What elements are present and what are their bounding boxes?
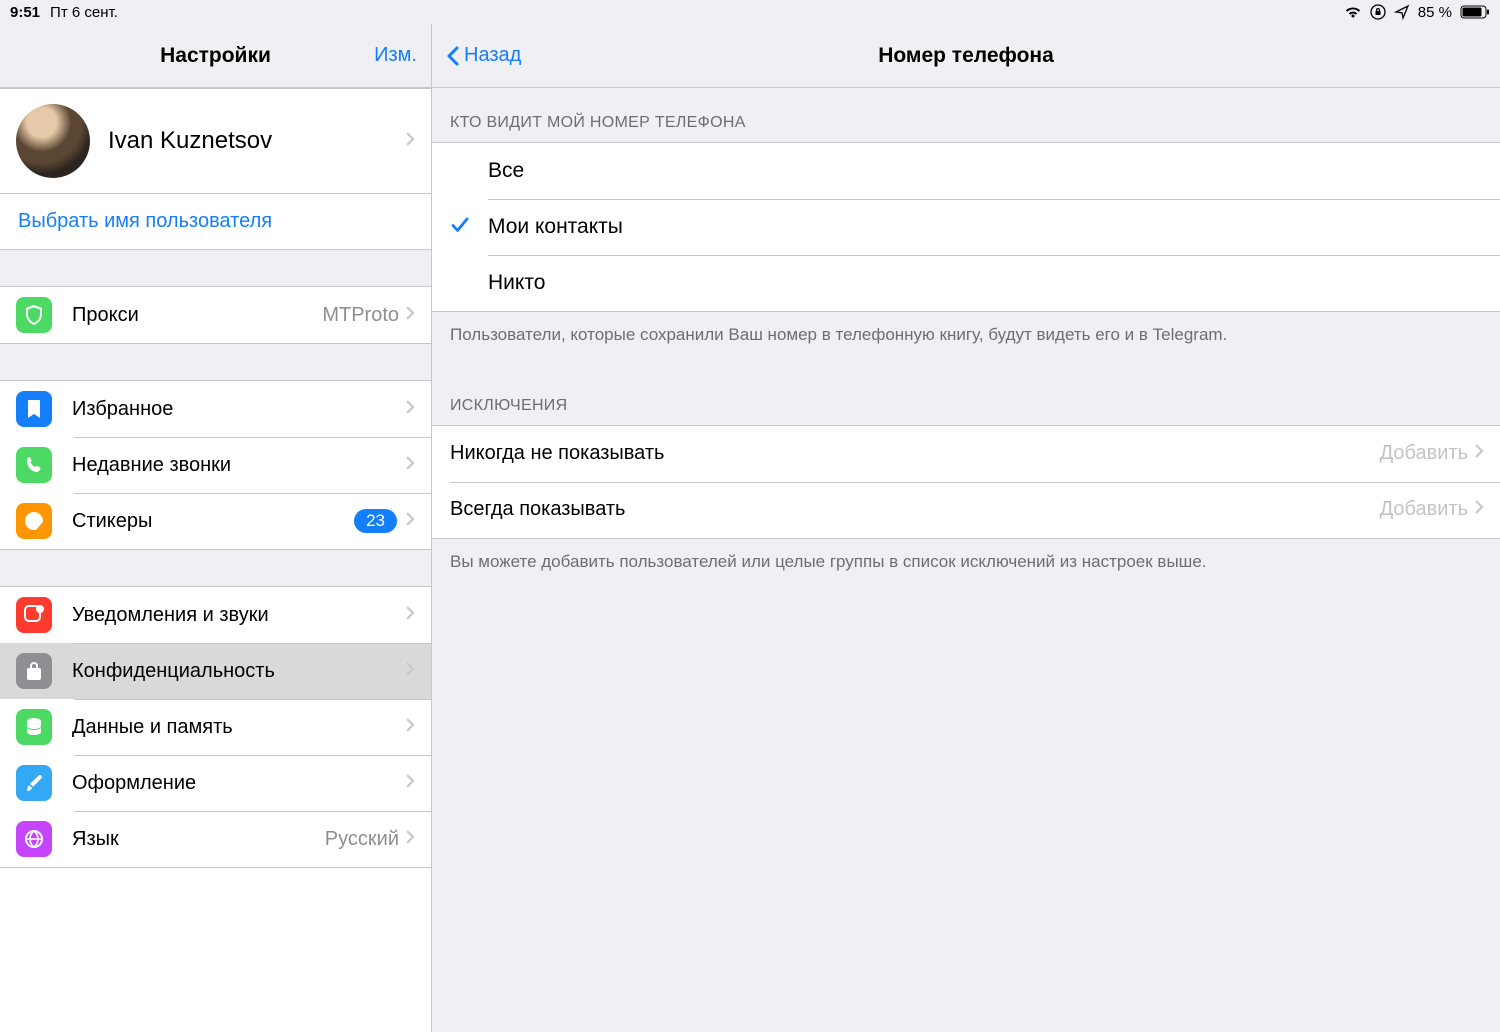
appearance-label: Оформление xyxy=(72,772,405,795)
language-value: Русский xyxy=(325,828,399,851)
chevron-right-icon xyxy=(405,661,415,682)
appearance-row[interactable]: Оформление xyxy=(0,755,431,811)
language-row[interactable]: Язык Русский xyxy=(0,811,431,867)
battery-icon xyxy=(1460,5,1490,19)
stickers-row[interactable]: Стикеры 23 xyxy=(0,493,431,549)
option-everybody[interactable]: Все xyxy=(432,143,1500,199)
profile-name: Ivan Kuznetsov xyxy=(108,127,272,155)
orientation-lock-icon xyxy=(1370,4,1386,20)
chevron-right-icon xyxy=(405,305,415,326)
detail-nav: Назад Номер телефона xyxy=(432,24,1500,88)
detail-pane: Назад Номер телефона КТО ВИДИТ МОЙ НОМЕР… xyxy=(432,24,1500,1032)
chevron-right-icon xyxy=(1474,443,1484,464)
settings-nav: Настройки Изм. xyxy=(0,24,431,88)
chevron-right-icon xyxy=(405,605,415,626)
chevron-right-icon xyxy=(1474,499,1484,520)
choose-username-button[interactable]: Выбрать имя пользователя xyxy=(0,193,431,249)
chevron-right-icon xyxy=(405,399,415,420)
chevron-right-icon xyxy=(405,131,415,152)
proxy-row[interactable]: Прокси MTProto xyxy=(0,287,431,343)
favorites-row[interactable]: Избранное xyxy=(0,381,431,437)
edit-button[interactable]: Изм. xyxy=(360,44,431,67)
option-my-contacts[interactable]: Мои контакты xyxy=(432,199,1500,255)
chevron-right-icon xyxy=(405,829,415,850)
notifications-row[interactable]: Уведомления и звуки xyxy=(0,587,431,643)
status-bar: 9:51 Пт 6 сент. 85 % xyxy=(0,0,1500,24)
chevron-right-icon xyxy=(405,511,415,532)
bookmark-icon xyxy=(16,391,52,427)
data-storage-row[interactable]: Данные и память xyxy=(0,699,431,755)
exceptions-header: ИСКЛЮЧЕНИЯ xyxy=(432,357,1500,425)
chevron-right-icon xyxy=(405,455,415,476)
stickers-badge: 23 xyxy=(354,509,397,533)
privacy-label: Конфиденциальность xyxy=(72,660,405,683)
chevron-right-icon xyxy=(405,717,415,738)
notifications-label: Уведомления и звуки xyxy=(72,604,405,627)
shield-icon xyxy=(16,297,52,333)
who-sees-header: КТО ВИДИТ МОЙ НОМЕР ТЕЛЕФОНА xyxy=(432,88,1500,142)
recent-calls-row[interactable]: Недавние звонки xyxy=(0,437,431,493)
language-label: Язык xyxy=(72,828,325,851)
brush-icon xyxy=(16,765,52,801)
proxy-value: MTProto xyxy=(322,304,399,327)
location-icon xyxy=(1394,4,1410,20)
stickers-label: Стикеры xyxy=(72,510,354,533)
database-icon xyxy=(16,709,52,745)
phone-icon xyxy=(16,447,52,483)
data-label: Данные и память xyxy=(72,716,405,739)
option-nobody[interactable]: Никто xyxy=(432,255,1500,311)
always-share-row[interactable]: Всегда показывать Добавить xyxy=(432,482,1500,538)
status-time: 9:51 xyxy=(10,4,40,21)
who-sees-footer: Пользователи, которые сохранили Ваш номе… xyxy=(432,312,1500,357)
status-date: Пт 6 сент. xyxy=(50,4,118,21)
settings-pane: Настройки Изм. Ivan Kuznetsov Выбрать им… xyxy=(0,24,432,1032)
battery-percent: 85 % xyxy=(1418,4,1452,21)
sticker-icon xyxy=(16,503,52,539)
back-button[interactable]: Назад xyxy=(432,44,535,67)
recent-calls-label: Недавние звонки xyxy=(72,454,405,477)
lock-icon xyxy=(16,653,52,689)
never-share-row[interactable]: Никогда не показывать Добавить xyxy=(432,426,1500,482)
favorites-label: Избранное xyxy=(72,398,405,421)
detail-title: Номер телефона xyxy=(432,44,1500,68)
profile-row[interactable]: Ivan Kuznetsov xyxy=(0,89,431,193)
privacy-row[interactable]: Конфиденциальность xyxy=(0,643,431,699)
avatar xyxy=(16,104,90,178)
checkmark-icon xyxy=(450,216,470,239)
wifi-icon xyxy=(1344,5,1362,19)
chevron-right-icon xyxy=(405,773,415,794)
proxy-label: Прокси xyxy=(72,304,322,327)
exceptions-footer: Вы можете добавить пользователей или цел… xyxy=(432,539,1500,584)
globe-icon xyxy=(16,821,52,857)
app-badge-icon xyxy=(16,597,52,633)
